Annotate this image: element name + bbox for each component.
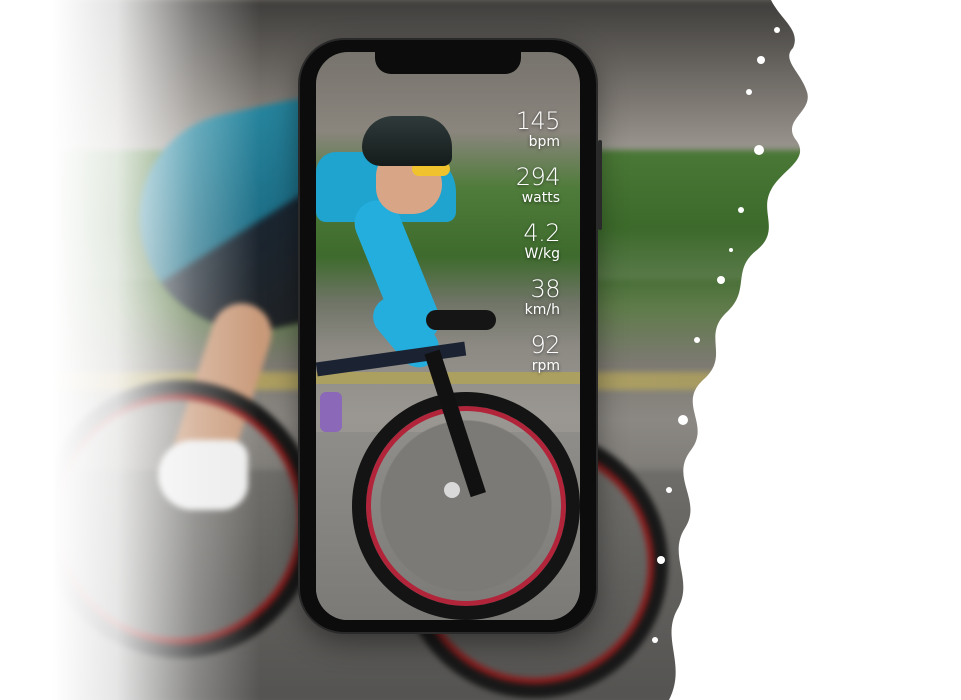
metric-value: 4.2 <box>523 219 560 247</box>
hero-stage: 145 bpm 294 watts 4.2 W/kg 38 km/h 92 rp… <box>0 0 961 700</box>
phone-side-button <box>598 140 602 230</box>
left-white-fade <box>0 0 260 700</box>
metric-unit: km/h <box>524 302 560 318</box>
metric-unit: watts <box>521 190 560 206</box>
white-paint-splash <box>652 0 961 700</box>
phone-notch <box>375 52 521 74</box>
phone-screen: 145 bpm 294 watts 4.2 W/kg 38 km/h 92 rp… <box>316 52 580 620</box>
water-bottle <box>320 392 342 432</box>
metric-unit: rpm <box>531 358 560 374</box>
rider-helmet <box>362 116 452 166</box>
metric-value: 294 <box>515 163 561 191</box>
metric-unit: bpm <box>528 134 560 150</box>
metric-value: 38 <box>530 275 560 303</box>
metric-power: 294 watts <box>470 163 561 206</box>
metric-speed: 38 km/h <box>470 275 561 318</box>
metric-heart-rate: 145 bpm <box>470 107 561 150</box>
bike-front-wheel <box>352 392 580 620</box>
metric-unit: W/kg <box>524 246 560 262</box>
metrics-overlay: 145 bpm 294 watts 4.2 W/kg 38 km/h 92 rp… <box>470 107 561 388</box>
wheel-hub <box>444 482 460 498</box>
metric-cadence: 92 rpm <box>470 332 560 374</box>
metric-value: 92 <box>530 331 560 359</box>
metric-value: 145 <box>515 107 561 135</box>
metric-power-to-weight: 4.2 W/kg <box>470 220 560 262</box>
